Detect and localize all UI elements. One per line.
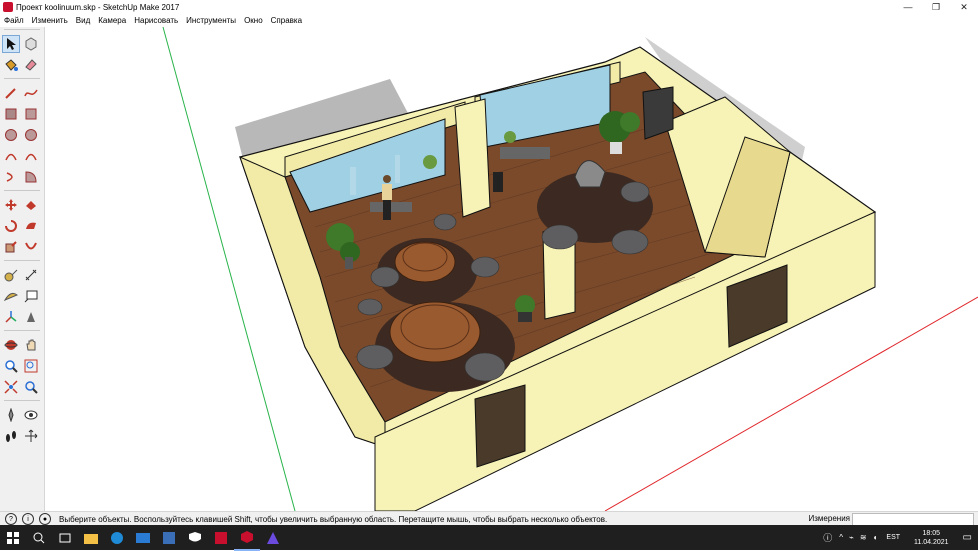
clock-time: 18:05	[922, 529, 941, 537]
rotated-rectangle-icon[interactable]	[22, 105, 40, 123]
three-point-arc-icon[interactable]	[2, 168, 20, 186]
3d-text-icon[interactable]	[22, 308, 40, 326]
model-viewport[interactable]	[45, 27, 978, 511]
zoom-icon[interactable]	[2, 357, 20, 375]
circle-icon[interactable]	[2, 126, 20, 144]
component-icon[interactable]	[22, 35, 40, 53]
polygon-icon[interactable]	[22, 126, 40, 144]
orbit-icon[interactable]	[2, 336, 20, 354]
plant	[515, 295, 535, 322]
maximize-button[interactable]: ❐	[922, 0, 950, 14]
offset-icon[interactable]	[22, 238, 40, 256]
taskbar: ⓘ ^ ⌁ ≋ ◖ EST 18:05 11.04.2021 ▭	[0, 524, 978, 551]
protractor-icon[interactable]	[2, 287, 20, 305]
walk-icon[interactable]	[2, 427, 20, 445]
menu-file[interactable]: Файл	[0, 16, 28, 25]
freehand-icon[interactable]	[22, 84, 40, 102]
menu-view[interactable]: Вид	[72, 16, 94, 25]
rotate-icon[interactable]	[2, 217, 20, 235]
arc-icon[interactable]	[2, 147, 20, 165]
help-icon[interactable]: ?	[5, 513, 17, 525]
look-around-icon[interactable]	[22, 406, 40, 424]
move-icon[interactable]	[2, 196, 20, 214]
sketchup-app-icon	[3, 2, 13, 12]
pencil-line-icon[interactable]	[2, 84, 20, 102]
section-plane-icon[interactable]	[22, 427, 40, 445]
file-explorer-icon[interactable]	[78, 525, 104, 550]
language-indicator[interactable]: EST	[886, 534, 900, 541]
eraser-icon[interactable]	[22, 56, 40, 74]
sketchup-2-icon[interactable]	[234, 524, 260, 551]
sketchup-icon[interactable]	[208, 525, 234, 550]
rectangle-icon[interactable]	[2, 105, 20, 123]
user-icon[interactable]: ●	[39, 513, 51, 525]
task-view-icon[interactable]	[52, 525, 78, 550]
volume-icon[interactable]: ◖	[873, 533, 878, 542]
security-icon[interactable]	[182, 525, 208, 550]
wifi-icon[interactable]: ≋	[860, 533, 867, 542]
photos-icon[interactable]	[156, 525, 182, 550]
mail-icon[interactable]	[130, 525, 156, 550]
menu-edit[interactable]: Изменить	[28, 16, 72, 25]
clock[interactable]: 18:05 11.04.2021	[914, 529, 949, 547]
menu-window[interactable]: Окно	[240, 16, 267, 25]
tape-measure-icon[interactable]	[2, 266, 20, 284]
model-scene	[162, 27, 978, 511]
status-hint: Выберите объекты. Воспользуйтесь клавише…	[59, 514, 608, 524]
push-pull-icon[interactable]	[22, 196, 40, 214]
radiator	[500, 147, 550, 159]
close-button[interactable]: ✕	[950, 0, 978, 14]
green-axis	[162, 27, 296, 511]
start-icon[interactable]	[0, 525, 26, 550]
info-icon[interactable]: i	[22, 513, 34, 525]
round-table	[389, 301, 481, 363]
pan-icon[interactable]	[22, 336, 40, 354]
menu-tools[interactable]: Инструменты	[182, 16, 240, 25]
network-icon[interactable]: ⌁	[849, 533, 854, 542]
minimize-button[interactable]: —	[894, 0, 922, 14]
chevron-up-icon[interactable]: ^	[839, 533, 843, 542]
paint-bucket-icon[interactable]	[2, 56, 20, 74]
clock-date: 11.04.2021	[914, 538, 949, 546]
position-camera-icon[interactable]	[2, 406, 20, 424]
menu-help[interactable]: Справка	[267, 16, 306, 25]
dimension-icon[interactable]	[22, 266, 40, 284]
notification-icon[interactable]: ⓘ	[823, 531, 832, 544]
menu-bar: Файл Изменить Вид Камера Нарисовать Инст…	[0, 14, 978, 27]
status-bar: ? i ● Выберите объекты. Воспользуйтесь к…	[0, 511, 978, 526]
axes-icon[interactable]	[2, 308, 20, 326]
browser-icon[interactable]	[260, 525, 286, 550]
zoom-extents-icon[interactable]	[2, 378, 20, 396]
title-bar: Проект koolinuum.skp - SketchUp Make 201…	[0, 0, 978, 14]
select-icon[interactable]	[2, 34, 20, 53]
zoom-window-icon[interactable]	[22, 357, 40, 375]
edge-icon[interactable]	[104, 525, 130, 550]
menu-camera[interactable]: Камера	[94, 16, 130, 25]
action-center-icon[interactable]: ▭	[963, 532, 972, 543]
menu-draw[interactable]: Нарисовать	[130, 16, 182, 25]
text-icon[interactable]	[22, 287, 40, 305]
scale-icon[interactable]	[2, 238, 20, 256]
large-tool-set	[0, 27, 45, 511]
search-icon[interactable]	[26, 525, 52, 550]
previous-view-icon[interactable]	[22, 378, 40, 396]
measurements-label: Измерения	[808, 514, 850, 523]
follow-me-icon[interactable]	[22, 217, 40, 235]
bin	[493, 172, 503, 192]
two-point-arc-icon[interactable]	[22, 147, 40, 165]
pie-icon[interactable]	[22, 168, 40, 186]
window-title: Проект koolinuum.skp - SketchUp Make 201…	[16, 2, 180, 12]
